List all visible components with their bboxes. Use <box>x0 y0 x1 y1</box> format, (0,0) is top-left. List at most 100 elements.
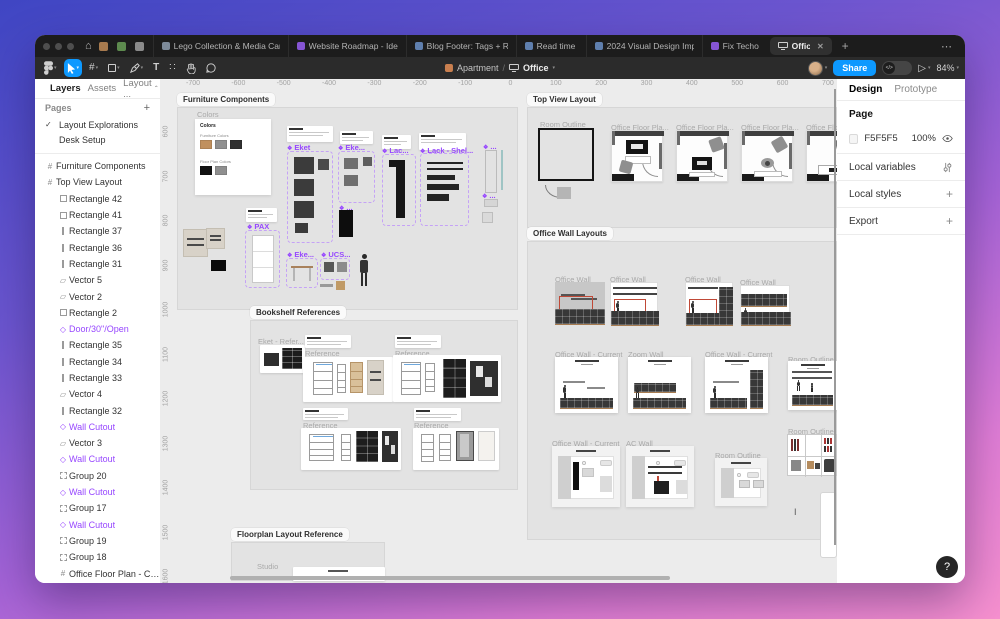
tab-office[interactable]: Office✕ <box>770 37 832 55</box>
tab-overflow-button[interactable]: ⋯ <box>941 40 957 53</box>
layer-row[interactable]: Group 20 <box>35 468 160 484</box>
bookshelf-drawing[interactable] <box>341 434 351 461</box>
tab-blog-footer-tags-related[interactable]: Blog Footer: Tags + Related Articl <box>406 35 516 57</box>
zoom-menu[interactable]: 84% ▾ <box>936 63 959 73</box>
page-color-opacity[interactable]: 100% <box>912 133 936 144</box>
layer-row[interactable]: Group 17 <box>35 500 160 516</box>
office-wall-elevation[interactable] <box>685 282 733 325</box>
share-button[interactable]: Share <box>833 60 876 76</box>
sticky-note[interactable] <box>395 335 441 348</box>
tab-layers[interactable]: Layers <box>50 83 81 94</box>
office-wall-elevation[interactable] <box>610 282 658 325</box>
office-floor-plan[interactable] <box>676 130 728 182</box>
pen-tool-button[interactable]: ▾ <box>127 59 147 77</box>
canvas-rect[interactable] <box>294 201 314 218</box>
layer-row[interactable]: Rectangle 42 <box>35 191 160 207</box>
bookshelf-drawing[interactable] <box>439 434 451 461</box>
section-label-chip[interactable]: Floorplan Layout Reference <box>231 528 349 541</box>
window-close-button[interactable] <box>43 43 50 50</box>
office-floor-plan[interactable] <box>741 130 793 182</box>
canvas-rect[interactable] <box>294 157 314 174</box>
canvas-rect[interactable] <box>336 281 345 290</box>
canvas-rect[interactable] <box>253 267 273 268</box>
canvas-outline[interactable] <box>485 150 497 193</box>
canvas-rect[interactable] <box>264 353 279 366</box>
tab-lego-collection-media-ca[interactable]: Lego Collection & Media Cards <box>153 35 288 57</box>
canvas-rect[interactable] <box>427 168 463 170</box>
tab-website-roadmap-ideas-fe[interactable]: Website Roadmap - Ideas, Featur <box>288 35 406 57</box>
person-figure[interactable] <box>357 254 372 286</box>
canvas-outline[interactable] <box>478 431 495 461</box>
breadcrumb-file[interactable]: Office <box>523 63 549 73</box>
layer-row[interactable]: Rectangle 36 <box>35 239 160 255</box>
layer-row[interactable]: #Top View Layout <box>35 174 160 190</box>
close-icon[interactable]: ✕ <box>817 42 824 51</box>
add-export-button[interactable]: + <box>946 214 953 228</box>
actions-tool-button[interactable]: ∷ <box>166 59 178 77</box>
layer-row[interactable]: ▱Vector 3 <box>35 435 160 451</box>
canvas-outline[interactable] <box>252 235 274 283</box>
present-button[interactable]: ▷ ▾ <box>918 63 930 74</box>
reference-photo[interactable] <box>367 360 384 395</box>
canvas-rect[interactable] <box>295 223 308 233</box>
reference-photo[interactable] <box>382 431 398 462</box>
sticky-note[interactable] <box>287 126 333 142</box>
layer-row[interactable]: ▱Vector 2 <box>35 288 160 304</box>
canvas-rect[interactable] <box>318 159 329 170</box>
home-icon[interactable]: ⌂ <box>85 41 92 52</box>
canvas-rect[interactable] <box>309 268 311 281</box>
move-tool-button[interactable]: ▾ <box>64 59 83 77</box>
office-wall-elevation[interactable] <box>740 285 790 325</box>
component-outline[interactable] <box>286 258 318 288</box>
sticky-note[interactable] <box>246 208 277 222</box>
main-menu-button[interactable]: ▾ <box>41 59 60 77</box>
wall-detail-card[interactable] <box>626 446 694 507</box>
page-dropdown[interactable]: Layout ... ⌃ <box>123 79 159 100</box>
new-tab-button[interactable]: + <box>842 39 849 53</box>
layer-row[interactable]: Rectangle 33 <box>35 370 160 386</box>
sticky-note[interactable] <box>414 408 461 421</box>
canvas-rect[interactable] <box>324 262 334 272</box>
pinned-tab-2-icon[interactable] <box>117 42 126 51</box>
account-menu[interactable]: ▾ <box>808 61 828 76</box>
frame-name-label[interactable]: Colors <box>197 110 219 119</box>
section-label-chip[interactable]: Bookshelf References <box>250 306 346 319</box>
layer-row[interactable]: Rectangle 41 <box>35 207 160 223</box>
text-tool-button[interactable]: T <box>150 59 162 77</box>
pinned-tab-3-icon[interactable] <box>135 42 144 51</box>
layer-row[interactable]: ◇Door/30"/Open <box>35 321 160 337</box>
sticky-note[interactable] <box>305 335 351 348</box>
layer-row[interactable]: Rectangle 32 <box>35 402 160 418</box>
canvas-rect[interactable] <box>344 175 358 186</box>
canvas-rect[interactable] <box>557 187 571 199</box>
page-color-swatch[interactable] <box>849 134 858 144</box>
layer-row[interactable]: Rectangle 31 <box>35 256 160 272</box>
breadcrumb-project[interactable]: Apartment <box>457 63 499 73</box>
bookshelf-drawing[interactable] <box>337 364 346 393</box>
section-label-chip[interactable]: Office Wall Layouts <box>527 227 613 240</box>
room-outline-photos[interactable] <box>787 434 837 476</box>
layer-row[interactable]: ◇Wall Cutout <box>35 517 160 533</box>
tab-read-time[interactable]: Read time <box>516 35 586 57</box>
office-wall-elevation[interactable] <box>555 282 605 325</box>
bookshelf-drawing[interactable] <box>309 434 334 461</box>
canvas-rect[interactable] <box>389 160 396 167</box>
dark-bookshelf[interactable] <box>356 431 378 462</box>
canvas-rect[interactable] <box>501 150 503 190</box>
local-styles-row[interactable]: Local styles + <box>837 181 965 208</box>
canvas-rect[interactable] <box>211 260 226 271</box>
layer-row[interactable]: Rectangle 34 <box>35 354 160 370</box>
variables-icon[interactable] <box>942 162 953 173</box>
layer-row[interactable]: ▱Vector 4 <box>35 386 160 402</box>
canvas-rect[interactable] <box>427 184 459 190</box>
canvas-rect[interactable] <box>363 157 372 166</box>
canvas-rect[interactable] <box>320 284 333 287</box>
glass-cabinet[interactable] <box>456 431 474 461</box>
dark-bookshelf[interactable] <box>443 359 466 398</box>
canvas-rect[interactable] <box>396 160 405 218</box>
hand-tool-button[interactable] <box>183 59 199 77</box>
add-style-button[interactable]: + <box>946 187 953 201</box>
canvas-rect[interactable] <box>339 210 353 237</box>
layer-row[interactable]: Rectangle 35 <box>35 337 160 353</box>
frame-name-label[interactable]: Studio <box>257 562 278 571</box>
